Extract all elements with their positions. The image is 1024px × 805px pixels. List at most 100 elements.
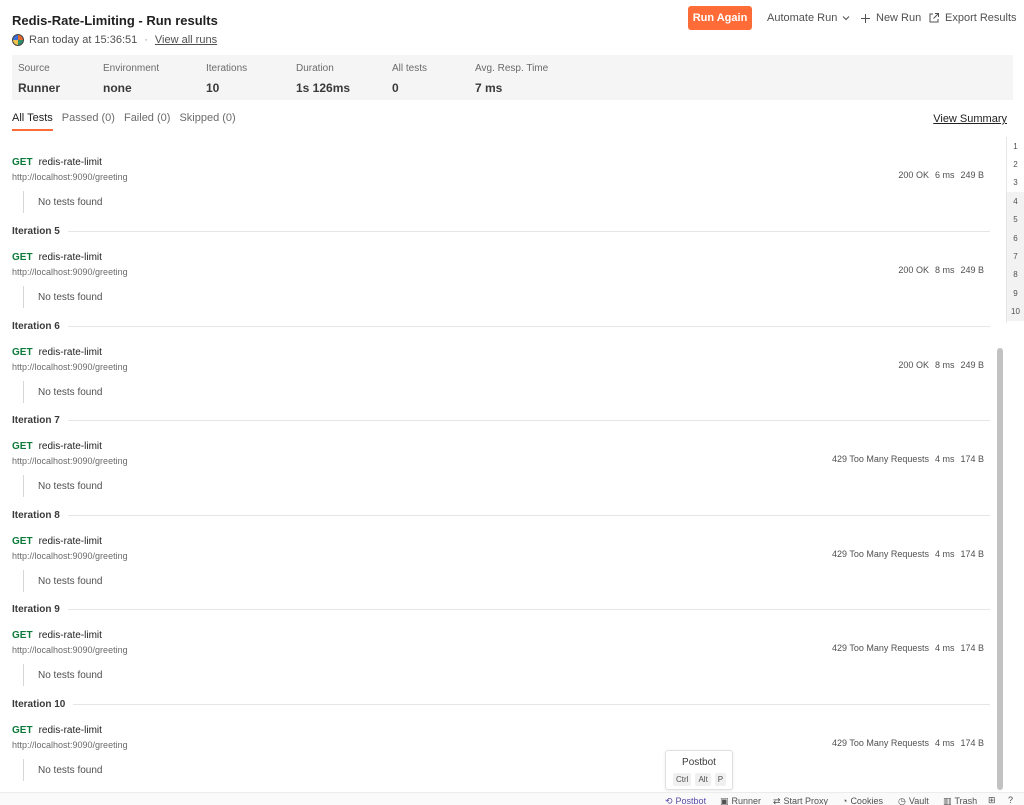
response-meta: 200 OK 6 ms 249 B bbox=[898, 170, 984, 180]
status-bar: ⟲ Postbot ▣ Runner ⇄ Start Proxy ◔ Cooki… bbox=[0, 792, 1024, 805]
stat-label: Duration bbox=[296, 63, 334, 74]
iteration-label: Iteration 8 bbox=[12, 510, 60, 521]
request-row[interactable]: GET redis-rate-limit http://localhost:909… bbox=[12, 347, 987, 403]
view-all-runs-link[interactable]: View all runs bbox=[155, 34, 217, 46]
request-name: redis-rate-limit bbox=[38, 157, 102, 168]
request-row[interactable]: GET redis-rate-limit http://localhost:909… bbox=[12, 630, 987, 686]
shortcut-key: Alt bbox=[695, 773, 711, 786]
iteration-nav-item[interactable]: 7 bbox=[1007, 247, 1024, 266]
cookies-button[interactable]: ◔ Cookies bbox=[842, 796, 883, 805]
iteration-nav-item[interactable]: 5 bbox=[1007, 210, 1024, 229]
result-filter-tabs: All Tests Passed (0) Failed (0) Skipped … bbox=[12, 112, 236, 131]
response-status: 200 OK bbox=[898, 265, 929, 275]
results-scrollbar[interactable] bbox=[997, 348, 1003, 790]
tests-result: No tests found bbox=[23, 191, 987, 213]
page-title: Redis-Rate-Limiting - Run results bbox=[12, 13, 218, 28]
export-icon bbox=[929, 13, 939, 23]
new-run-label: New Run bbox=[876, 12, 922, 24]
request-row[interactable]: GET redis-rate-limit http://localhost:909… bbox=[12, 252, 987, 308]
cookie-icon: ◔ bbox=[842, 795, 848, 805]
divider bbox=[73, 704, 990, 705]
automate-run-label: Automate Run bbox=[767, 12, 838, 24]
iteration-nav-item[interactable]: 4 bbox=[1007, 192, 1024, 211]
stat-value: none bbox=[103, 81, 132, 95]
response-time: 4 ms bbox=[934, 738, 955, 748]
response-size: 249 B bbox=[960, 265, 984, 275]
trash-button[interactable]: ▥ Trash bbox=[943, 796, 977, 805]
request-method: GET bbox=[12, 347, 33, 358]
start-proxy-label: Start Proxy bbox=[783, 796, 829, 805]
stat-label: Avg. Resp. Time bbox=[475, 63, 549, 74]
iteration-header: Iteration 6 bbox=[12, 321, 990, 332]
help-button[interactable]: ? bbox=[1008, 796, 1013, 805]
iteration-nav-item[interactable]: 9 bbox=[1007, 284, 1024, 303]
response-status: 200 OK bbox=[898, 170, 929, 180]
response-meta: 200 OK 8 ms 249 B bbox=[898, 265, 984, 275]
tests-result: No tests found bbox=[23, 570, 987, 592]
layout-toggle-button[interactable]: ⊞ bbox=[988, 796, 996, 805]
request-url: http://localhost:9090/greeting bbox=[12, 362, 128, 372]
trash-label: Trash bbox=[954, 796, 978, 805]
iteration-nav-item[interactable]: 1 bbox=[1007, 137, 1024, 155]
stat-value: Runner bbox=[18, 81, 60, 95]
response-status: 429 Too Many Requests bbox=[832, 549, 929, 559]
response-meta: 429 Too Many Requests 4 ms 174 B bbox=[832, 549, 984, 559]
tests-result: No tests found bbox=[23, 759, 987, 781]
iteration-nav-item[interactable]: 10 bbox=[1007, 302, 1024, 321]
start-proxy-button[interactable]: ⇄ Start Proxy bbox=[773, 796, 828, 805]
view-summary-link[interactable]: View Summary bbox=[933, 113, 1007, 125]
response-time: 6 ms bbox=[934, 170, 955, 180]
vault-button[interactable]: ◷ Vault bbox=[898, 796, 929, 805]
automate-run-button[interactable]: Automate Run bbox=[767, 12, 850, 24]
postbot-button[interactable]: ⟲ Postbot bbox=[665, 796, 706, 805]
chevron-down-icon bbox=[842, 16, 850, 21]
iteration-nav-item[interactable]: 3 bbox=[1007, 174, 1024, 192]
iteration-nav-item[interactable]: 8 bbox=[1007, 265, 1024, 285]
iteration-header: Iteration 10 bbox=[12, 699, 990, 710]
stat-value: 10 bbox=[206, 81, 220, 95]
request-method: GET bbox=[12, 725, 33, 736]
request-method: GET bbox=[12, 252, 33, 263]
postbot-shortcut-popup: Postbot Ctrl Alt P bbox=[665, 750, 733, 790]
tab-skipped[interactable]: Skipped (0) bbox=[179, 112, 235, 131]
request-url: http://localhost:9090/greeting bbox=[12, 267, 128, 277]
shortcut-key: Ctrl bbox=[673, 773, 692, 786]
tab-failed[interactable]: Failed (0) bbox=[124, 112, 170, 131]
iteration-nav-item[interactable]: 6 bbox=[1007, 228, 1024, 248]
iteration-label: Iteration 5 bbox=[12, 226, 60, 237]
run-again-button[interactable]: Run Again bbox=[688, 6, 752, 30]
runner-icon: ▣ bbox=[720, 795, 729, 805]
request-row[interactable]: GET redis-rate-limit http://localhost:909… bbox=[12, 536, 987, 592]
stat-source: Source Runner bbox=[18, 63, 60, 95]
response-time: 8 ms bbox=[934, 265, 955, 275]
stat-label: All tests bbox=[392, 63, 428, 74]
request-method: GET bbox=[12, 536, 33, 547]
divider bbox=[67, 420, 990, 421]
tab-passed[interactable]: Passed (0) bbox=[62, 112, 115, 131]
tab-all-tests[interactable]: All Tests bbox=[12, 112, 53, 131]
divider bbox=[67, 231, 990, 232]
request-row[interactable]: GET redis-rate-limit http://localhost:909… bbox=[12, 441, 987, 497]
stat-avg-resp-time: Avg. Resp. Time 7 ms bbox=[475, 63, 548, 95]
stat-label: Iterations bbox=[206, 63, 248, 74]
vault-label: Vault bbox=[908, 796, 929, 805]
request-row[interactable]: GET redis-rate-limit http://localhost:909… bbox=[12, 157, 987, 213]
request-method: GET bbox=[12, 157, 33, 168]
layout-grid-icon: ⊞ bbox=[988, 795, 996, 805]
iteration-nav-item[interactable]: 2 bbox=[1007, 155, 1024, 173]
trash-icon: ▥ bbox=[943, 795, 952, 805]
runner-button[interactable]: ▣ Runner bbox=[720, 796, 761, 805]
response-time: 4 ms bbox=[934, 549, 955, 559]
results-list: GET redis-rate-limit http://localhost:909… bbox=[0, 137, 995, 787]
request-row[interactable]: GET redis-rate-limit http://localhost:909… bbox=[12, 725, 987, 781]
response-size: 249 B bbox=[960, 360, 984, 370]
response-time: 4 ms bbox=[934, 454, 955, 464]
iteration-header: Iteration 5 bbox=[12, 226, 990, 237]
iteration-label: Iteration 9 bbox=[12, 604, 60, 615]
export-results-button[interactable]: Export Results bbox=[928, 12, 1017, 24]
postbot-label: Postbot bbox=[675, 796, 707, 805]
ran-time-text: Ran today at 15:36:51 bbox=[29, 34, 138, 46]
new-run-button[interactable]: New Run bbox=[860, 12, 921, 24]
stat-environment: Environment none bbox=[103, 63, 159, 95]
stat-value: 0 bbox=[392, 81, 399, 95]
